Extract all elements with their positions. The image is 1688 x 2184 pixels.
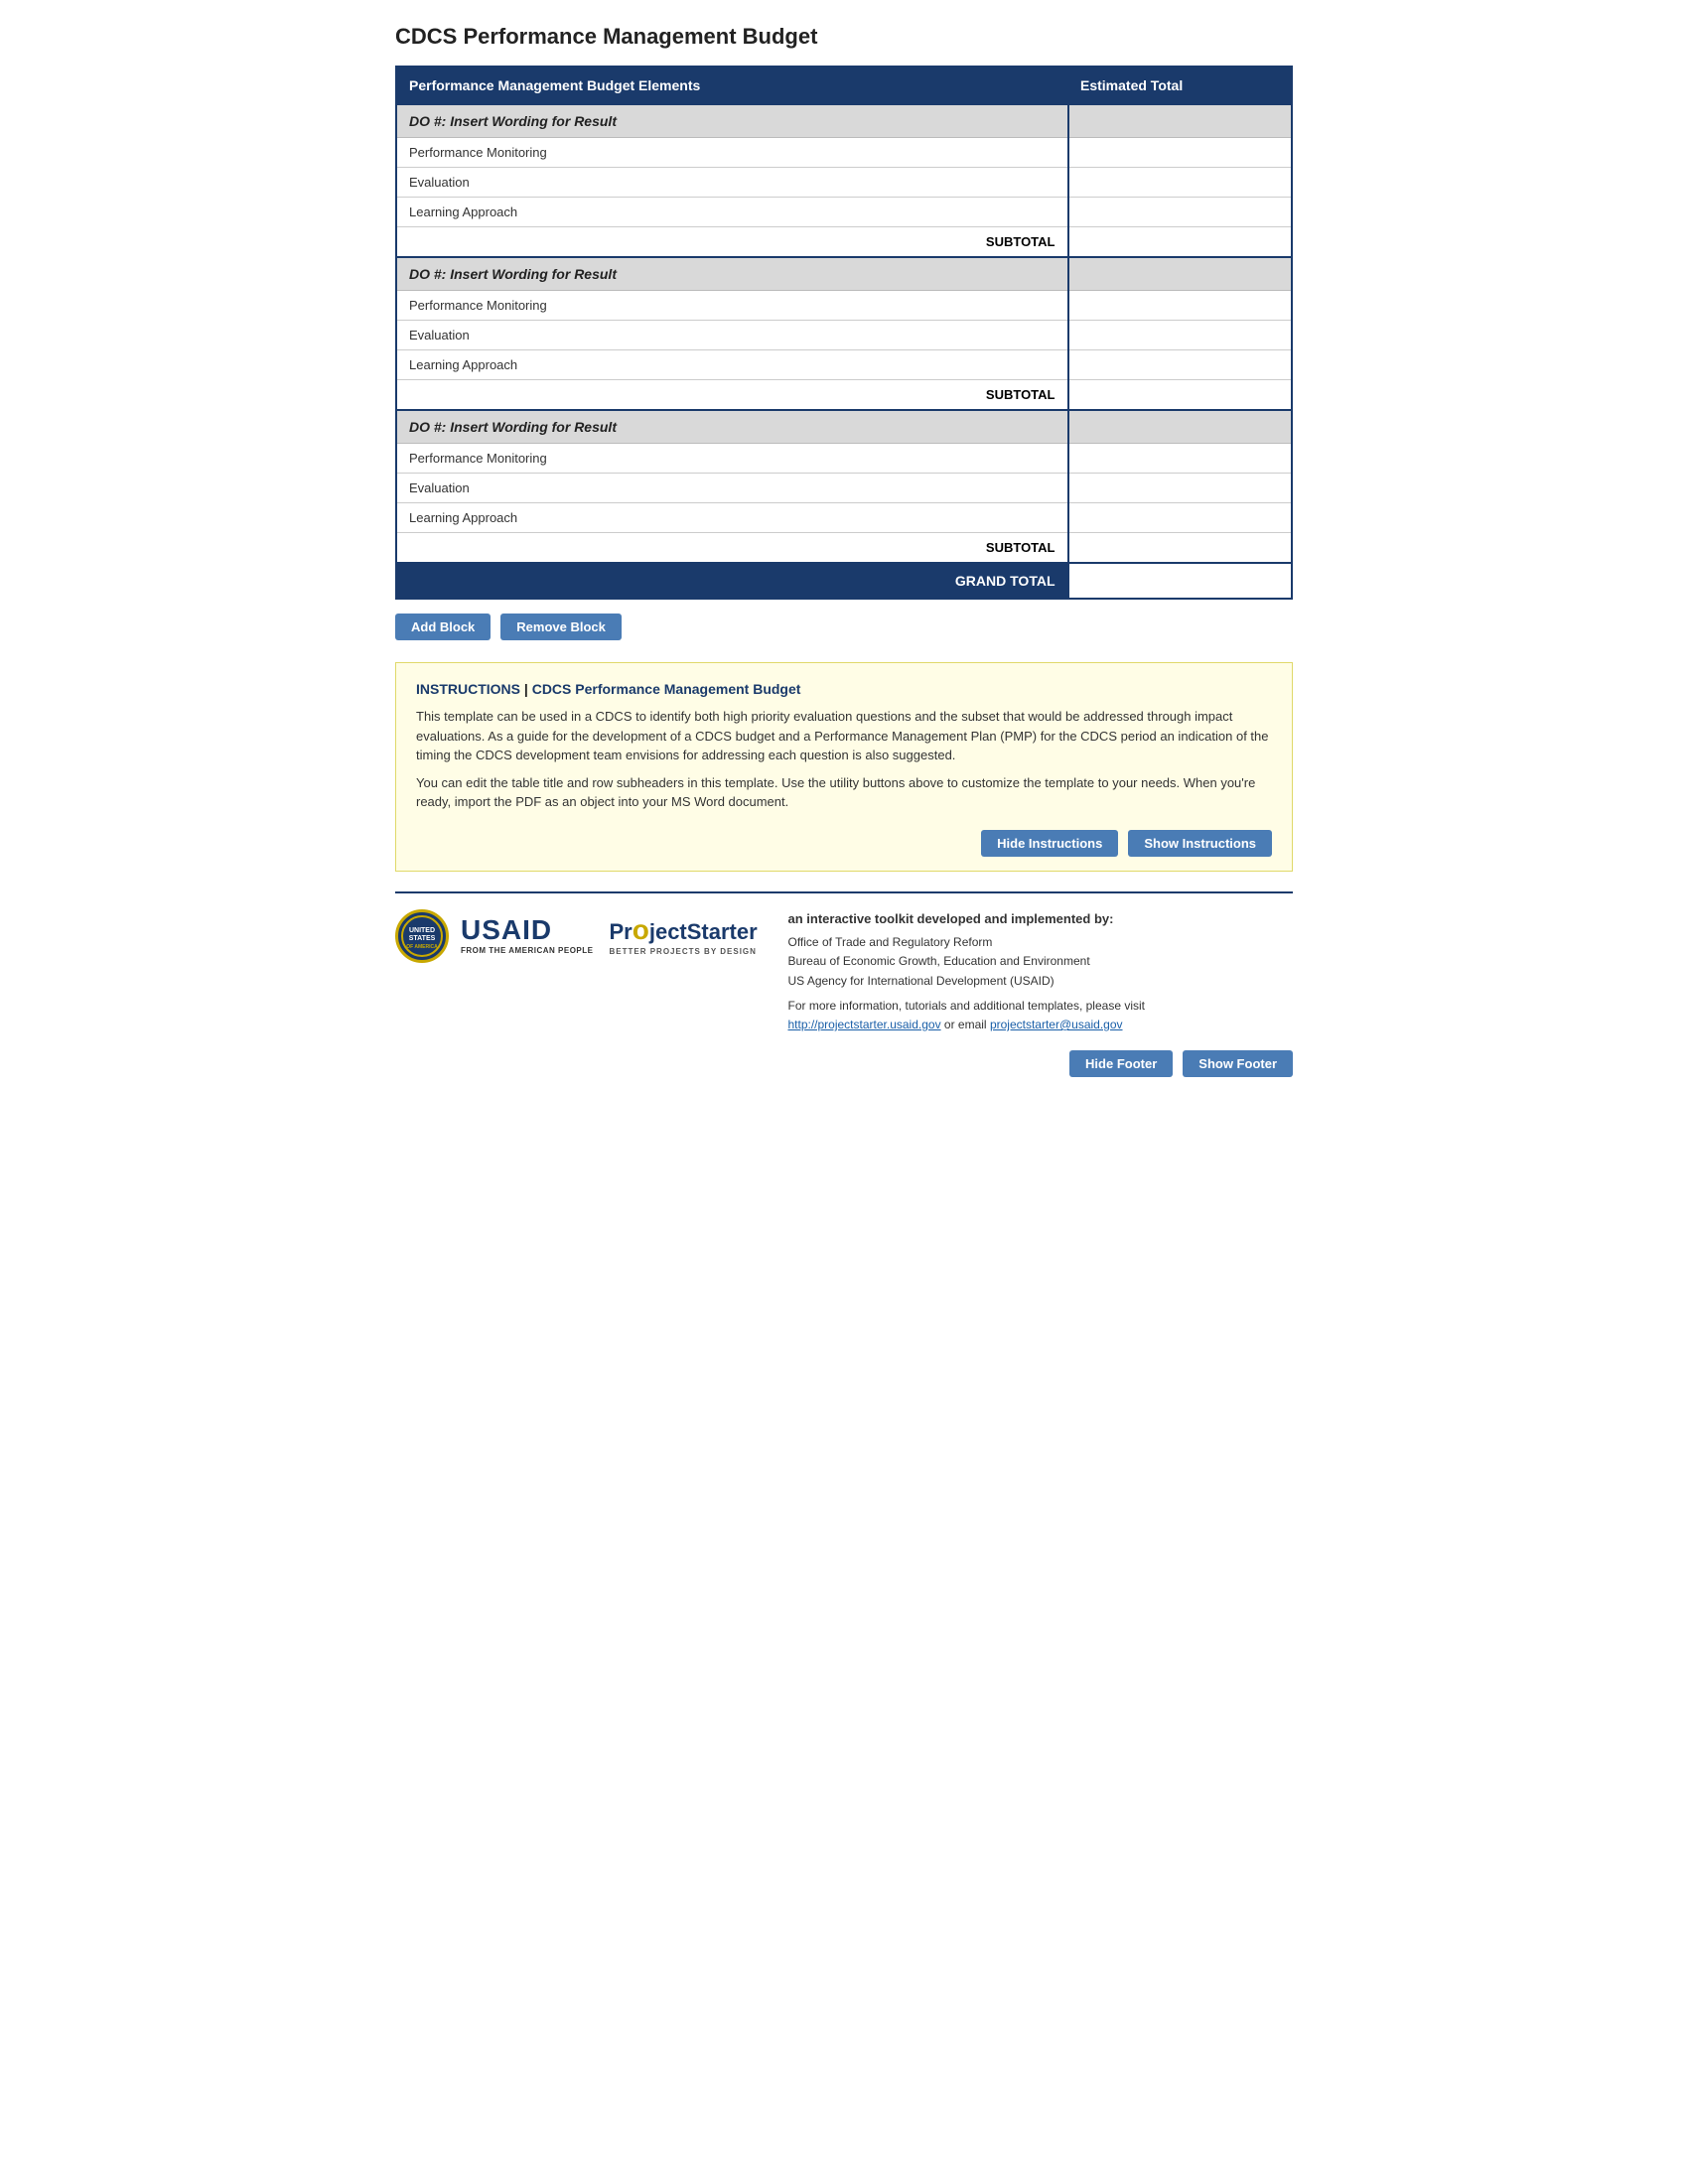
usaid-text-block: USAID FROM THE AMERICAN PEOPLE xyxy=(461,916,593,955)
row-item-label: Evaluation xyxy=(396,168,1068,198)
block-header-total xyxy=(1068,410,1293,444)
subtotal-label: SUBTOTAL xyxy=(396,227,1068,258)
usaid-seal: UNITED STATES OF AMERICA xyxy=(395,909,449,963)
block-header-label: DO #: Insert Wording for Result xyxy=(396,410,1068,444)
footer-right: an interactive toolkit developed and imp… xyxy=(787,909,1293,1035)
block-header-label: DO #: Insert Wording for Result xyxy=(396,257,1068,291)
block-header-total xyxy=(1068,257,1293,291)
footer-more-info: For more information, tutorials and addi… xyxy=(787,997,1293,1034)
instructions-buttons: Hide Instructions Show Instructions xyxy=(416,830,1272,857)
table-row: Evaluation xyxy=(396,168,1292,198)
subtotal-row: SUBTOTAL xyxy=(396,533,1292,564)
subtotal-row: SUBTOTAL xyxy=(396,380,1292,411)
subtotal-value xyxy=(1068,533,1293,564)
table-row: Learning Approach xyxy=(396,198,1292,227)
col-header-elements: Performance Management Budget Elements xyxy=(396,67,1068,104)
block-header-row: DO #: Insert Wording for Result xyxy=(396,104,1292,138)
row-item-total xyxy=(1068,321,1293,350)
footer-link1[interactable]: http://projectstarter.usaid.gov xyxy=(787,1018,940,1031)
row-item-total xyxy=(1068,198,1293,227)
row-item-total xyxy=(1068,444,1293,474)
ps-name: ProjectStarter xyxy=(609,915,757,946)
footer-org3: US Agency for International Development … xyxy=(787,972,1293,991)
footer-or-email: or email xyxy=(941,1018,990,1031)
row-item-total xyxy=(1068,138,1293,168)
block-header-row: DO #: Insert Wording for Result xyxy=(396,257,1292,291)
footer-developed-by: an interactive toolkit developed and imp… xyxy=(787,909,1293,930)
usaid-seal-svg: UNITED STATES OF AMERICA xyxy=(400,914,444,958)
row-item-total xyxy=(1068,503,1293,533)
footer-org2: Bureau of Economic Growth, Education and… xyxy=(787,952,1293,971)
subtotal-value xyxy=(1068,380,1293,411)
svg-text:OF AMERICA: OF AMERICA xyxy=(406,944,438,950)
block-header-total xyxy=(1068,104,1293,138)
footer-link2[interactable]: projectstarter@usaid.gov xyxy=(990,1018,1123,1031)
instructions-para2: You can edit the table title and row sub… xyxy=(416,773,1272,812)
ps-name-dot: o xyxy=(633,914,649,945)
table-row: Performance Monitoring xyxy=(396,444,1292,474)
instructions-doc-title: CDCS Performance Management Budget xyxy=(532,681,801,697)
table-row: Performance Monitoring xyxy=(396,291,1292,321)
row-item-label: Performance Monitoring xyxy=(396,138,1068,168)
table-action-buttons: Add Block Remove Block xyxy=(395,614,1293,640)
instructions-label: INSTRUCTIONS xyxy=(416,681,520,697)
show-footer-button[interactable]: Show Footer xyxy=(1183,1050,1293,1077)
ps-tagline: BETTER PROJECTS BY DESIGN xyxy=(609,947,756,956)
table-row: Evaluation xyxy=(396,321,1292,350)
footer-section: UNITED STATES OF AMERICA USAID FROM THE … xyxy=(395,891,1293,1035)
row-item-label: Performance Monitoring xyxy=(396,444,1068,474)
footer-buttons: Hide Footer Show Footer xyxy=(395,1050,1293,1077)
instructions-separator: | xyxy=(520,681,532,697)
table-header-row: Performance Management Budget Elements E… xyxy=(396,67,1292,104)
subtotal-label: SUBTOTAL xyxy=(396,380,1068,411)
subtotal-value xyxy=(1068,227,1293,258)
col-header-total: Estimated Total xyxy=(1068,67,1293,104)
page-title: CDCS Performance Management Budget xyxy=(395,24,1293,50)
grand-total-row: GRAND TOTAL xyxy=(396,563,1292,599)
row-item-label: Evaluation xyxy=(396,474,1068,503)
project-starter-logo: ProjectStarter BETTER PROJECTS BY DESIGN xyxy=(609,915,768,957)
row-item-label: Learning Approach xyxy=(396,503,1068,533)
ps-name-part1: Pr xyxy=(609,919,632,944)
grand-total-value xyxy=(1068,563,1293,599)
usaid-from-text: FROM THE AMERICAN PEOPLE xyxy=(461,946,593,955)
instructions-box: INSTRUCTIONS | CDCS Performance Manageme… xyxy=(395,662,1293,872)
remove-block-button[interactable]: Remove Block xyxy=(500,614,622,640)
footer-org1: Office of Trade and Regulatory Reform xyxy=(787,933,1293,952)
row-item-total xyxy=(1068,168,1293,198)
row-item-total xyxy=(1068,291,1293,321)
block-header-label: DO #: Insert Wording for Result xyxy=(396,104,1068,138)
table-body: DO #: Insert Wording for ResultPerforman… xyxy=(396,104,1292,599)
instructions-title: INSTRUCTIONS | CDCS Performance Manageme… xyxy=(416,681,1272,697)
row-item-label: Learning Approach xyxy=(396,198,1068,227)
row-item-total xyxy=(1068,474,1293,503)
row-item-total xyxy=(1068,350,1293,380)
svg-text:UNITED: UNITED xyxy=(409,927,435,934)
subtotal-label: SUBTOTAL xyxy=(396,533,1068,564)
show-instructions-button[interactable]: Show Instructions xyxy=(1128,830,1272,857)
row-item-label: Performance Monitoring xyxy=(396,291,1068,321)
table-row: Evaluation xyxy=(396,474,1292,503)
footer-logos: UNITED STATES OF AMERICA USAID FROM THE … xyxy=(395,909,768,963)
svg-text:STATES: STATES xyxy=(409,935,436,942)
grand-total-label: GRAND TOTAL xyxy=(396,563,1068,599)
subtotal-row: SUBTOTAL xyxy=(396,227,1292,258)
ps-name-part2: jectStarter xyxy=(649,919,758,944)
row-item-label: Learning Approach xyxy=(396,350,1068,380)
table-row: Performance Monitoring xyxy=(396,138,1292,168)
table-row: Learning Approach xyxy=(396,503,1292,533)
row-item-label: Evaluation xyxy=(396,321,1068,350)
hide-footer-button[interactable]: Hide Footer xyxy=(1069,1050,1173,1077)
instructions-para1: This template can be used in a CDCS to i… xyxy=(416,707,1272,765)
budget-table: Performance Management Budget Elements E… xyxy=(395,66,1293,600)
usaid-wordmark: USAID xyxy=(461,916,552,944)
table-row: Learning Approach xyxy=(396,350,1292,380)
block-header-row: DO #: Insert Wording for Result xyxy=(396,410,1292,444)
hide-instructions-button[interactable]: Hide Instructions xyxy=(981,830,1118,857)
footer-more-info-text: For more information, tutorials and addi… xyxy=(787,999,1145,1013)
add-block-button[interactable]: Add Block xyxy=(395,614,491,640)
